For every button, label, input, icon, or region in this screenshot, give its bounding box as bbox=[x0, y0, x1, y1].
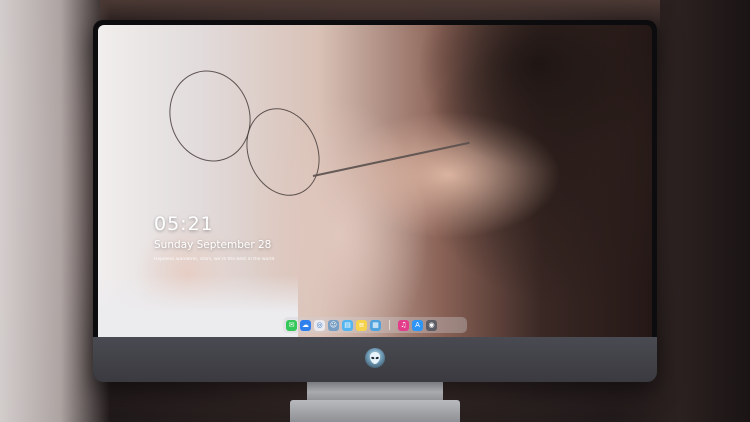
alien-head-icon bbox=[369, 352, 381, 364]
brand-logo-icon bbox=[365, 348, 385, 368]
lock-screen: 05:21 Sunday September 28 Hopeless wande… bbox=[98, 25, 652, 337]
wallpaper-hair bbox=[358, 25, 652, 337]
mail-icon[interactable]: ☁ bbox=[300, 319, 311, 331]
monitor-stand-base bbox=[290, 400, 460, 422]
lock-subline: Hopeless wanderer, stars, we're the best… bbox=[154, 257, 275, 262]
app-store-icon[interactable]: A bbox=[412, 319, 423, 331]
folder-icon[interactable]: ▤ bbox=[342, 319, 353, 331]
camera-icon[interactable]: ◉ bbox=[426, 319, 437, 331]
notes-icon[interactable]: ≡ bbox=[356, 319, 367, 331]
dock: ✉ ☁ ◎ ☺ ▤ ≡ ▦ ♫ A ◉ bbox=[283, 317, 467, 333]
monitor-chin bbox=[93, 337, 657, 382]
messages-icon[interactable]: ✉ bbox=[286, 319, 297, 331]
monitor: 05:21 Sunday September 28 Hopeless wande… bbox=[93, 20, 657, 382]
lock-date: Sunday September 28 bbox=[154, 239, 272, 251]
lock-clock: 05:21 bbox=[154, 213, 214, 235]
monitor-stand-neck bbox=[307, 382, 443, 402]
wallpaper-sleeve bbox=[98, 275, 298, 337]
music-icon[interactable]: ♫ bbox=[398, 319, 409, 331]
finder-icon[interactable]: ☺ bbox=[328, 319, 339, 331]
dock-separator bbox=[389, 320, 390, 330]
photos-icon[interactable]: ▦ bbox=[370, 319, 381, 331]
safari-icon[interactable]: ◎ bbox=[314, 319, 325, 331]
